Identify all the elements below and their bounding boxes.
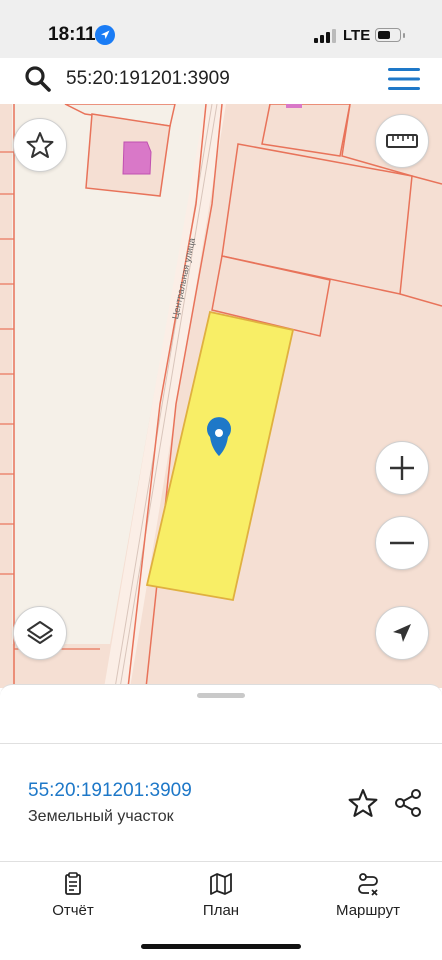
location-arrow-icon xyxy=(95,25,115,45)
tab-route[interactable]: Маршрут xyxy=(308,872,428,919)
map-plan-icon xyxy=(210,873,232,895)
my-location-button[interactable] xyxy=(375,606,429,660)
minus-icon xyxy=(390,541,414,545)
divider xyxy=(0,743,442,744)
share-icon xyxy=(395,789,421,817)
layers-button[interactable] xyxy=(13,606,67,660)
star-icon xyxy=(348,789,378,817)
layers-icon xyxy=(27,621,53,644)
plus-icon xyxy=(390,456,414,480)
status-bar: 18:11 LTE xyxy=(0,0,442,58)
network-type: LTE xyxy=(343,27,371,44)
map-view[interactable]: Центральная улица xyxy=(0,104,442,688)
search-input[interactable]: 55:20:191201:3909 xyxy=(66,68,230,90)
search-bar[interactable]: 55:20:191201:3909 xyxy=(6,58,436,98)
sheet-drag-handle[interactable] xyxy=(197,693,245,698)
cellular-signal-icon xyxy=(314,29,336,43)
tab-report[interactable]: Отчёт xyxy=(13,872,133,919)
status-time: 18:11 xyxy=(48,24,96,45)
zoom-in-button[interactable] xyxy=(375,441,429,495)
home-indicator[interactable] xyxy=(141,944,301,949)
cadastral-number-link[interactable]: 55:20:191201:3909 xyxy=(28,780,192,802)
object-type-label: Земельный участок xyxy=(28,808,174,825)
battery-tip xyxy=(403,33,405,38)
divider xyxy=(0,861,442,862)
battery-icon xyxy=(375,28,401,42)
favorite-map-button[interactable] xyxy=(13,118,67,172)
ruler-icon xyxy=(386,134,418,148)
report-icon xyxy=(65,872,81,895)
zoom-out-button[interactable] xyxy=(375,516,429,570)
favorite-button[interactable] xyxy=(348,788,378,818)
tab-route-label: Маршрут xyxy=(336,902,400,919)
navigation-arrow-icon xyxy=(393,624,411,642)
tab-plan-label: План xyxy=(202,902,240,919)
hamburger-menu-icon[interactable] xyxy=(388,68,420,90)
map-canvas[interactable] xyxy=(0,104,442,688)
ruler-button[interactable] xyxy=(375,114,429,168)
route-icon xyxy=(358,873,378,896)
tab-plan[interactable]: План xyxy=(161,872,281,919)
star-icon xyxy=(26,132,54,158)
share-button[interactable] xyxy=(393,788,423,818)
tab-report-label: Отчёт xyxy=(52,902,94,919)
search-icon[interactable] xyxy=(24,65,52,93)
